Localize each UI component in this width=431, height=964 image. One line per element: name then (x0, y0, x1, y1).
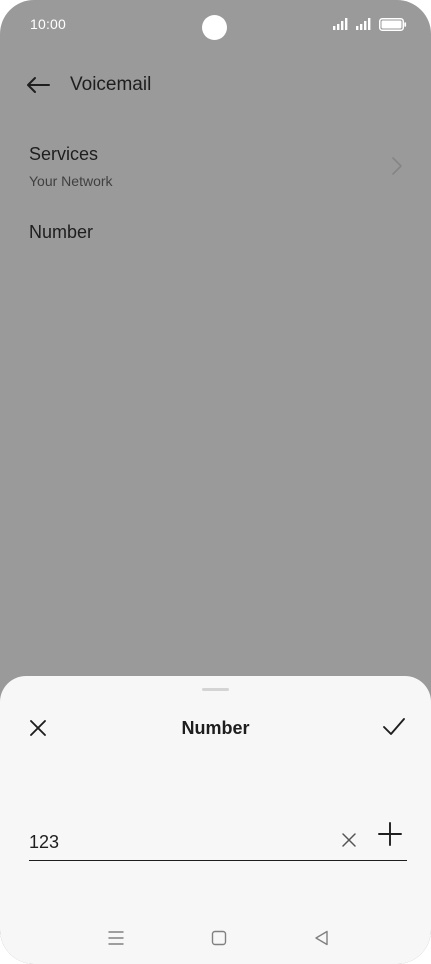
services-item[interactable]: Services Your Network (0, 136, 431, 198)
signal-icon (356, 18, 371, 30)
front-camera (202, 15, 227, 40)
app-bar: Voicemail (0, 60, 431, 110)
drag-handle[interactable] (202, 688, 229, 691)
page-title: Voicemail (70, 74, 152, 95)
back-triangle-icon[interactable] (312, 928, 332, 948)
plus-icon[interactable] (378, 822, 402, 846)
dialog-header: Number (0, 710, 431, 746)
arrow-left-icon (27, 77, 50, 93)
back-button[interactable] (22, 72, 54, 98)
signal-icon (333, 18, 348, 30)
services-title: Services (29, 144, 99, 164)
navigation-bar (0, 920, 431, 956)
number-item[interactable]: Number (0, 214, 431, 254)
dialog-title: Number (181, 718, 250, 738)
phone-screen: 10:00 Voicemail Services Your Network Nu… (0, 0, 431, 964)
home-icon[interactable] (209, 928, 229, 948)
menu-icon[interactable] (106, 928, 126, 948)
battery-icon (379, 17, 407, 31)
clear-icon[interactable] (341, 832, 357, 848)
status-icons (333, 16, 407, 32)
status-bar: 10:00 (0, 0, 431, 50)
number-input-row (29, 822, 407, 861)
number-input[interactable] (29, 828, 329, 856)
checkmark-icon[interactable] (381, 714, 407, 740)
services-subtitle: Your Network (29, 173, 113, 189)
status-time: 10:00 (30, 16, 67, 32)
number-title: Number (29, 222, 94, 242)
chevron-right-icon (392, 157, 402, 175)
